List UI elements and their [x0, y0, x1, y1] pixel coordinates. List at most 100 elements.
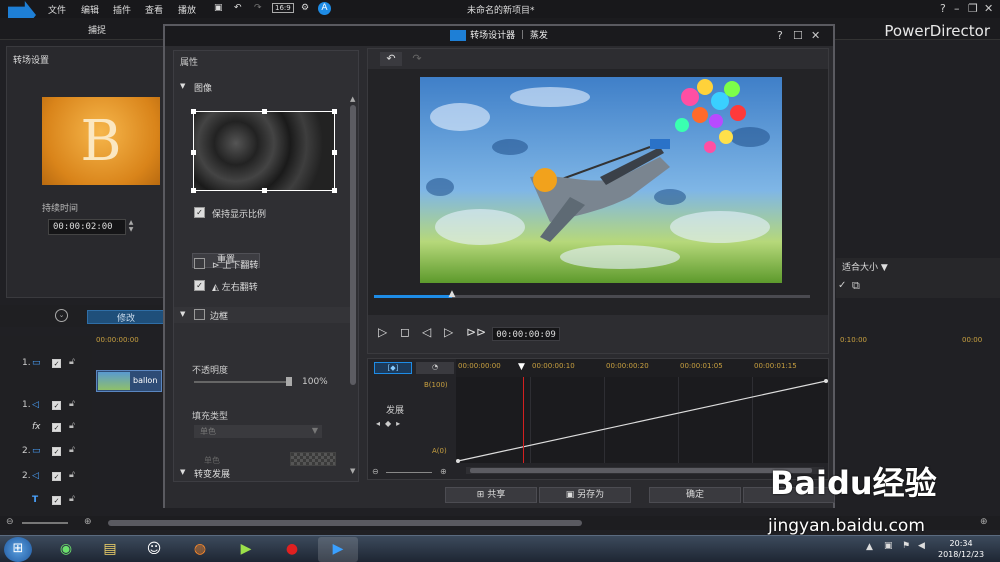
save-as-button[interactable]: ▣ 另存为	[539, 487, 631, 503]
keyframe-view-tab[interactable]: [◆]	[374, 362, 412, 374]
scroll-down-icon[interactable]: ▼	[350, 467, 355, 475]
lock-icon[interactable]: 🔓︎	[69, 421, 75, 431]
properties-scrollbar[interactable]	[350, 105, 356, 385]
mask-image-preview[interactable]	[191, 109, 337, 193]
duration-stepper[interactable]: ▲ ▼	[125, 219, 137, 235]
menu-file[interactable]: 文件	[48, 3, 66, 16]
opacity-slider[interactable]	[194, 381, 290, 383]
zoom-out-icon[interactable]: ⊖	[372, 467, 379, 476]
lock-icon[interactable]: 🔓︎	[69, 470, 75, 480]
app-360-icon[interactable]: ◉	[46, 537, 86, 562]
close-icon[interactable]: ✕	[811, 29, 820, 42]
media-app-icon[interactable]: ▶	[226, 537, 266, 562]
tab-capture[interactable]: 捕捉	[88, 23, 106, 36]
resize-handle[interactable]	[332, 109, 337, 114]
zoom-in-icon[interactable]: ⊕	[84, 517, 92, 527]
fit-size-select[interactable]: 适合大小 ▼	[842, 260, 902, 274]
close-icon[interactable]: ✕	[984, 2, 993, 15]
gear-icon[interactable]: ⚙	[301, 3, 309, 13]
minimize-icon[interactable]: –	[954, 2, 960, 15]
fill-type-select[interactable]: 单色 ▼	[194, 425, 322, 438]
playhead-handle-icon[interactable]: ▼	[518, 362, 525, 372]
previous-frame-icon[interactable]: ◁	[422, 325, 431, 339]
modify-button[interactable]: 修改	[87, 310, 165, 324]
scroll-up-icon[interactable]: ▲	[350, 95, 355, 103]
resize-handle[interactable]	[262, 109, 267, 114]
ok-button[interactable]: 确定	[649, 487, 741, 503]
powerdirector-taskbar-icon[interactable]: ▶	[318, 537, 358, 562]
track-enable-checkbox[interactable]: ✓	[52, 401, 61, 410]
qq-icon[interactable]: ☺	[134, 537, 174, 562]
volume-icon[interactable]: ◀	[918, 541, 925, 551]
play-icon[interactable]: ▷	[378, 325, 387, 339]
save-icon[interactable]: ▣	[214, 3, 223, 13]
help-icon[interactable]: ?	[940, 2, 946, 15]
preview-timecode[interactable]: 00:00:00:09	[492, 327, 560, 341]
tray-expand-icon[interactable]: ▲	[866, 542, 873, 552]
track-enable-checkbox[interactable]: ✓	[52, 423, 61, 432]
resize-handle[interactable]	[191, 109, 196, 114]
update-icon[interactable]: A	[318, 2, 331, 15]
restore-icon[interactable]: ❐	[968, 2, 978, 15]
snapshot-icon[interactable]: ✓	[838, 280, 846, 291]
keep-ratio-option[interactable]: ✓ 保持显示比例	[194, 206, 344, 220]
resize-handle[interactable]	[262, 188, 267, 193]
redo-icon[interactable]: ↷	[254, 3, 262, 13]
next-frame-icon[interactable]: ▷	[444, 325, 453, 339]
duration-field[interactable]: 00:00:02:00	[48, 219, 126, 235]
resize-handle[interactable]	[332, 188, 337, 193]
flip-horizontal-option[interactable]: ✓ ◭ 左右翻转	[194, 279, 344, 293]
zoom-out-icon[interactable]: ⊖	[6, 517, 14, 527]
timeline-scrollbar[interactable]	[108, 520, 582, 526]
opacity-slider-handle[interactable]	[286, 377, 292, 386]
track-enable-checkbox[interactable]: ✓	[52, 359, 61, 368]
flip-vertical-checkbox[interactable]	[194, 258, 205, 269]
start-button[interactable]: ⊞	[4, 537, 32, 562]
detach-icon[interactable]: ⧉	[852, 279, 860, 293]
flip-horizontal-checkbox[interactable]: ✓	[194, 280, 205, 291]
maximize-icon[interactable]: ☐	[793, 29, 803, 42]
file-explorer-icon[interactable]: ▤	[90, 537, 130, 562]
track-enable-checkbox[interactable]: ✓	[52, 496, 61, 505]
resolution-toggle[interactable]: 16:9	[272, 3, 294, 13]
flip-vertical-option[interactable]: ⊳ 上下翻转	[194, 257, 344, 271]
menu-view[interactable]: 查看	[145, 3, 163, 16]
zoom-in-icon[interactable]: ⊕	[440, 467, 447, 476]
menu-playback[interactable]: 播放	[178, 3, 196, 16]
share-button[interactable]: ⊞ 共享	[445, 487, 537, 503]
undo-button[interactable]: ↶	[380, 52, 402, 66]
keyframe-add-tab[interactable]: ◔	[416, 362, 454, 374]
lock-icon[interactable]: 🔓︎	[69, 494, 75, 504]
redo-button[interactable]: ↷	[406, 52, 428, 66]
record-app-icon[interactable]: ●	[272, 537, 312, 562]
border-checkbox[interactable]	[194, 309, 205, 320]
fast-forward-icon[interactable]: ⊳⊳	[466, 325, 486, 339]
lock-icon[interactable]: 🔓︎	[69, 445, 75, 455]
collapse-icon[interactable]: ⌄	[55, 309, 68, 322]
section-transition-header[interactable]: ▼ 转变发展	[174, 465, 350, 481]
undo-icon[interactable]: ↶	[234, 3, 242, 13]
track-enable-checkbox[interactable]: ✓	[52, 472, 61, 481]
firefox-icon[interactable]: ◍	[180, 537, 220, 562]
resize-handle[interactable]	[191, 188, 196, 193]
section-border-header[interactable]: ▼ 边框	[174, 307, 350, 323]
keyframe-graph[interactable]	[456, 377, 828, 463]
preview-seek-handle[interactable]: ▲	[448, 290, 457, 299]
keyframe-zoom-slider[interactable]	[386, 472, 432, 473]
color-swatch[interactable]	[290, 452, 336, 466]
network-icon[interactable]: ⚑	[902, 541, 910, 551]
lock-icon[interactable]: 🔓︎	[69, 357, 75, 367]
tray-app-icon[interactable]: ▣	[884, 541, 893, 551]
menu-edit[interactable]: 编辑	[81, 3, 99, 16]
resize-handle[interactable]	[332, 150, 337, 155]
video-clip[interactable]: ballon	[96, 370, 162, 392]
lock-icon[interactable]: 🔓︎	[69, 399, 75, 409]
keep-ratio-checkbox[interactable]: ✓	[194, 207, 205, 218]
track-enable-checkbox[interactable]: ✓	[52, 447, 61, 456]
resize-handle[interactable]	[191, 150, 196, 155]
keyframe-nav[interactable]: ◂◆▸	[376, 419, 405, 428]
zoom-slider[interactable]	[22, 522, 68, 524]
menu-plugins[interactable]: 插件	[113, 3, 131, 16]
keyframe-playhead[interactable]	[523, 377, 524, 463]
help-icon[interactable]: ?	[777, 29, 783, 42]
